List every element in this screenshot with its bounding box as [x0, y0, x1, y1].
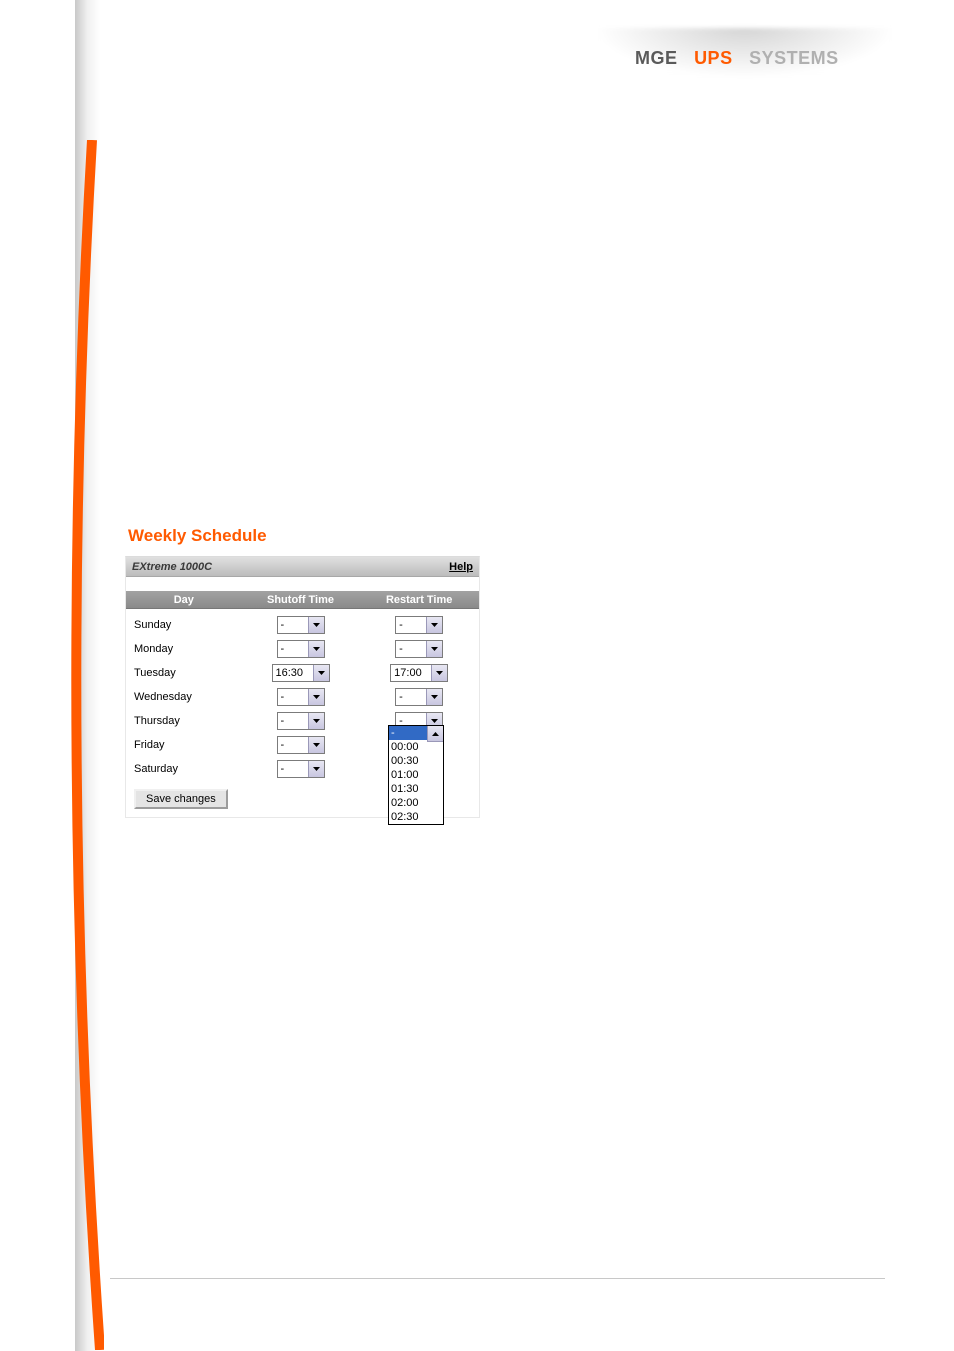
brand-word-3: SYSTEMS — [749, 48, 839, 68]
shutoff-select-monday[interactable]: - — [277, 640, 325, 658]
table-row: Wednesday - - — [126, 685, 479, 709]
day-label: Tuesday — [126, 667, 242, 679]
list-item[interactable]: 00:00 — [389, 740, 443, 754]
brand-word-2: UPS — [694, 48, 733, 68]
shutoff-select-sunday[interactable]: - — [277, 616, 325, 634]
day-label: Wednesday — [126, 691, 242, 703]
restart-options-listbox[interactable]: - 00:00 00:30 01:00 01:30 02:00 02:30 — [388, 725, 444, 825]
restart-value: - — [399, 619, 403, 631]
schedule-panel: EXtreme 1000C Help Day Shutoff Time Rest… — [125, 556, 480, 818]
restart-select-wednesday[interactable]: - — [395, 688, 443, 706]
table-row: Monday - - — [126, 637, 479, 661]
help-link[interactable]: Help — [449, 561, 473, 573]
chevron-up-icon[interactable] — [427, 726, 443, 742]
shutoff-value: - — [281, 691, 285, 703]
chevron-down-icon — [431, 665, 447, 681]
col-restart: Restart Time — [359, 591, 479, 608]
horizontal-rule — [110, 1278, 885, 1279]
table-row: Tuesday 16:30 17:00 — [126, 661, 479, 685]
page-title: Weekly Schedule — [128, 526, 267, 546]
list-item[interactable]: 00:30 — [389, 754, 443, 768]
day-label: Saturday — [126, 763, 242, 775]
shutoff-select-tuesday[interactable]: 16:30 — [272, 664, 330, 682]
day-label: Monday — [126, 643, 242, 655]
shutoff-select-friday[interactable]: - — [277, 736, 325, 754]
chevron-down-icon — [308, 617, 324, 633]
list-item[interactable]: 02:30 — [389, 810, 443, 824]
chevron-down-icon — [313, 665, 329, 681]
device-name: EXtreme 1000C — [132, 561, 212, 573]
chevron-down-icon — [308, 737, 324, 753]
restart-select-monday[interactable]: - — [395, 640, 443, 658]
list-item[interactable]: 01:00 — [389, 768, 443, 782]
chevron-down-icon — [308, 641, 324, 657]
brand-word-1: MGE — [635, 48, 678, 68]
restart-value: - — [399, 643, 403, 655]
shutoff-value: 16:30 — [276, 667, 304, 679]
chevron-down-icon — [426, 617, 442, 633]
col-shutoff: Shutoff Time — [242, 591, 360, 608]
col-day: Day — [126, 591, 242, 608]
list-item[interactable]: 01:30 — [389, 782, 443, 796]
orange-curve-decoration — [52, 140, 104, 1350]
save-button[interactable]: Save changes — [134, 789, 228, 809]
restart-select-sunday[interactable]: - — [395, 616, 443, 634]
brand-logo: MGE UPS SYSTEMS — [635, 48, 839, 69]
shutoff-value: - — [281, 763, 285, 775]
shutoff-value: - — [281, 715, 285, 727]
shutoff-select-wednesday[interactable]: - — [277, 688, 325, 706]
shutoff-value: - — [281, 739, 285, 751]
chevron-down-icon — [308, 713, 324, 729]
shutoff-select-thursday[interactable]: - — [277, 712, 325, 730]
day-label: Friday — [126, 739, 242, 751]
list-item[interactable]: 02:00 — [389, 796, 443, 810]
shutoff-value: - — [281, 643, 285, 655]
panel-body: Day Shutoff Time Restart Time Sunday - -… — [126, 591, 479, 817]
chevron-down-icon — [308, 761, 324, 777]
chevron-down-icon — [426, 641, 442, 657]
day-label: Thursday — [126, 715, 242, 727]
table-header: Day Shutoff Time Restart Time — [126, 591, 479, 609]
table-row: Sunday - - — [126, 613, 479, 637]
chevron-down-icon — [426, 689, 442, 705]
restart-value: - — [399, 691, 403, 703]
shutoff-value: - — [281, 619, 285, 631]
restart-value: 17:00 — [394, 667, 422, 679]
panel-header: EXtreme 1000C Help — [126, 557, 479, 577]
shutoff-select-saturday[interactable]: - — [277, 760, 325, 778]
day-label: Sunday — [126, 619, 242, 631]
restart-select-tuesday[interactable]: 17:00 — [390, 664, 448, 682]
chevron-down-icon — [308, 689, 324, 705]
